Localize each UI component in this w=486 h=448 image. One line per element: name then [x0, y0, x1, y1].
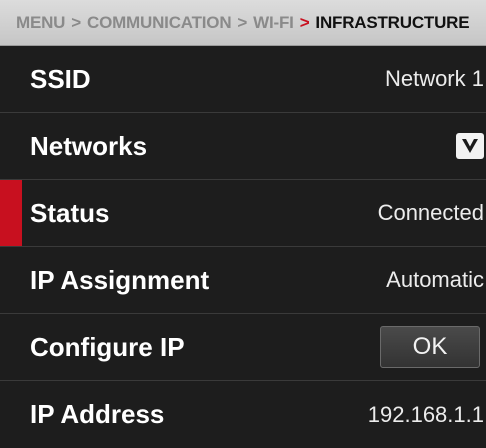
- breadcrumb: MENU > COMMUNICATION > WI-FI > INFRASTRU…: [0, 0, 486, 46]
- status-value: Connected: [377, 200, 484, 225]
- networks-dropdown-button[interactable]: [456, 133, 484, 159]
- settings-list: SSID Network 1 Networks Status Connected…: [0, 46, 486, 448]
- row-networks[interactable]: Networks: [0, 113, 486, 180]
- row-configure-ip[interactable]: Configure IP OK: [0, 314, 486, 381]
- ssid-value: Network 1: [384, 66, 484, 91]
- row-ip-address[interactable]: IP Address 192.168.1.1: [0, 381, 486, 448]
- ip-assignment-label: IP Assignment: [30, 264, 210, 295]
- ok-button[interactable]: OK: [380, 326, 480, 368]
- selection-indicator: [0, 180, 22, 246]
- breadcrumb-separator: >: [71, 12, 81, 32]
- breadcrumb-item-communication[interactable]: COMMUNICATION: [87, 13, 232, 33]
- row-ip-assignment[interactable]: IP Assignment Automatic: [0, 247, 486, 314]
- breadcrumb-item-menu[interactable]: MENU: [16, 13, 65, 33]
- ip-assignment-value: Automatic: [386, 267, 484, 292]
- networks-label: Networks: [30, 130, 148, 161]
- breadcrumb-item-wifi[interactable]: WI-FI: [253, 13, 294, 33]
- chevron-down-icon: [462, 139, 478, 153]
- row-status[interactable]: Status Connected: [0, 180, 486, 247]
- breadcrumb-separator: >: [237, 12, 248, 32]
- ip-address-label: IP Address: [30, 399, 165, 429]
- breadcrumb-current: INFRASTRUCTURE: [315, 12, 470, 32]
- breadcrumb-separator-active: >: [299, 12, 310, 32]
- configure-ip-label: Configure IP: [30, 331, 185, 362]
- ssid-label: SSID: [30, 63, 91, 94]
- row-ssid[interactable]: SSID Network 1: [0, 46, 486, 113]
- ip-address-value: 192.168.1.1: [367, 401, 484, 427]
